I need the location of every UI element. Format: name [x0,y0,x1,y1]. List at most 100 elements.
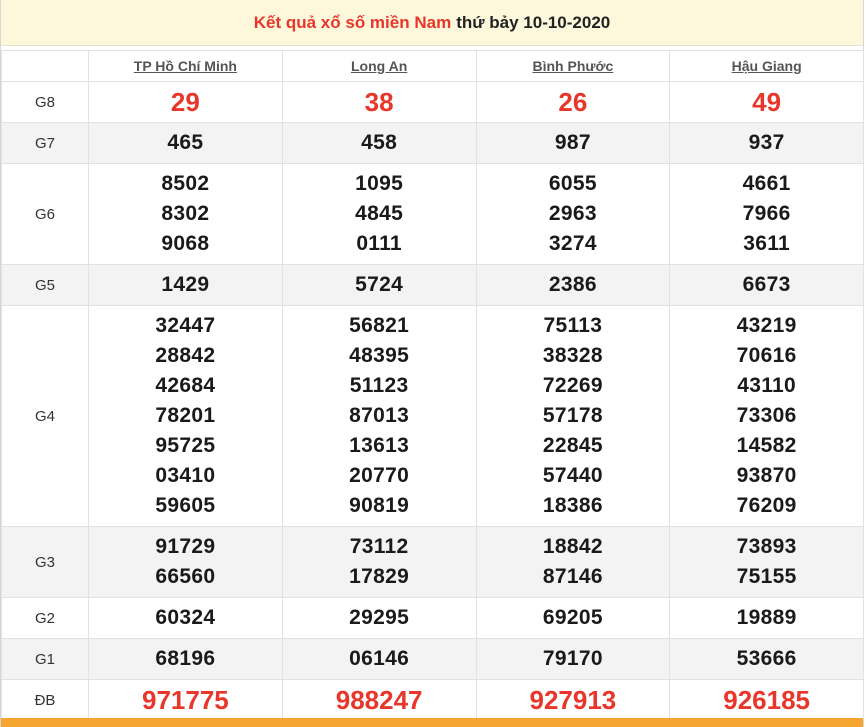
prize-cell: 6055 2963 3274 [475,163,671,265]
prize-cell: 53666 [669,638,864,680]
prize-row: G8 29 38 26 49 [1,81,864,123]
prize-number: 1095 [355,172,404,195]
prize-number: 458 [361,131,398,154]
prize-number: 465 [167,131,204,154]
prize-number: 87013 [349,404,410,427]
prize-number: 18386 [542,494,603,517]
prize-number: 73306 [736,404,797,427]
results-title: Kết quả xổ số miền Nam thứ bảy 10-10-202… [1,0,863,46]
prize-cell: 73893 75155 [669,526,864,598]
prize-cell: 971775 [88,679,283,721]
prize-cell: 458 [281,122,477,164]
prize-number: 48395 [349,344,410,367]
prize-cell: 937 [669,122,864,164]
prize-cell: 26 [475,81,671,123]
prize-number: 7966 [742,202,791,225]
prize-number: 73893 [736,535,797,558]
prize-cell: 79170 [475,638,671,680]
prize-label: ĐB [1,679,89,721]
prize-number: 18842 [542,535,603,558]
prize-cell: 6673 [669,264,864,306]
prize-number: 17829 [349,565,410,588]
prize-label: G6 [1,163,89,265]
prize-row: G5 1429 5724 2386 6673 [1,264,864,306]
prize-number: 76209 [736,494,797,517]
prize-number: 57440 [542,464,603,487]
prize-cell: 987 [475,122,671,164]
prize-number: 87146 [542,565,603,588]
title-main: Kết quả xổ số miền Nam [253,12,452,32]
province-link-tp-ho-chi-minh[interactable]: TP Hồ Chí Minh [134,58,237,74]
prize-row: G6 8502 8302 9068 1095 4845 0111 6055 2963 3274 46… [1,163,864,265]
prize-number: 9068 [161,232,210,255]
prize-number: 42684 [155,374,216,397]
prize-cell: 5724 [281,264,477,306]
corner-cell [1,50,89,82]
prize-row: G4 32447 28842 42684 78201 95725 03410 59605 568… [1,305,864,527]
prize-number: 93870 [736,464,797,487]
results-table: TP Hồ Chí Minh Long An Bình Phước Hậu Gi… [1,50,864,721]
prize-cell: 49 [669,81,864,123]
title-date: thứ bảy 10-10-2020 [456,12,611,32]
province-link-long-an[interactable]: Long An [351,58,407,74]
province-header: Bình Phước [475,50,671,82]
prize-number: 13613 [349,434,410,457]
prize-cell: 56821 48395 51123 87013 13613 20770 90819 [281,305,477,527]
prize-number: 6055 [548,172,597,195]
prize-label: G3 [1,526,89,598]
prize-row: G7 465 458 987 937 [1,122,864,164]
province-header: TP Hồ Chí Minh [88,50,283,82]
prize-row: ĐB 971775 988247 927913 926185 [1,679,864,721]
prize-number: 971775 [141,685,229,715]
prize-label: G5 [1,264,89,306]
prize-number: 60324 [155,606,216,629]
prize-number: 1429 [161,273,210,296]
prize-cell: 29 [88,81,283,123]
prize-number: 57178 [542,404,603,427]
prize-number: 8302 [161,202,210,225]
prize-number: 91729 [155,535,216,558]
prize-cell: 43219 70616 43110 73306 14582 93870 76209 [669,305,864,527]
prize-number: 32447 [155,314,216,337]
prize-cell: 69205 [475,597,671,639]
prize-number: 5724 [355,273,404,296]
prize-label: G4 [1,305,89,527]
prize-number: 2386 [548,273,597,296]
prize-row: G3 91729 66560 73112 17829 18842 87146 73893 751… [1,526,864,598]
results-body: G8 29 38 26 49 G7 465 458 987 937 G6 8502 8302 9068 10… [1,81,864,721]
prize-number: 3611 [743,232,790,255]
prize-number: 90819 [349,494,410,517]
prize-number: 49 [752,87,782,117]
prize-number: 95725 [155,434,216,457]
province-link-hau-giang[interactable]: Hậu Giang [732,58,802,74]
prize-number: 6673 [742,273,791,296]
prize-row: G2 60324 29295 69205 19889 [1,597,864,639]
prize-number: 29295 [349,606,410,629]
prize-number: 22845 [542,434,603,457]
prize-cell: 19889 [669,597,864,639]
prize-cell: 68196 [88,638,283,680]
prize-cell: 926185 [669,679,864,721]
prize-number: 06146 [349,647,410,670]
prize-label: G1 [1,638,89,680]
prize-cell: 60324 [88,597,283,639]
prize-cell: 1429 [88,264,283,306]
prize-cell: 73112 17829 [281,526,477,598]
province-header: Hậu Giang [669,50,864,82]
prize-cell: 38 [281,81,477,123]
prize-number: 43110 [737,374,796,397]
prize-number: 75113 [543,314,603,337]
prize-cell: 91729 66560 [88,526,283,598]
prize-cell: 988247 [281,679,477,721]
prize-number: 73112 [349,535,409,558]
prize-cell: 8502 8302 9068 [88,163,283,265]
prize-number: 2963 [548,202,597,225]
province-link-binh-phuoc[interactable]: Bình Phước [532,58,613,74]
prize-cell: 927913 [475,679,671,721]
prize-number: 72269 [542,374,603,397]
prize-cell: 75113 38328 72269 57178 22845 57440 18386 [475,305,671,527]
prize-number: 4661 [742,172,791,195]
prize-cell: 465 [88,122,283,164]
prize-number: 3274 [548,232,597,255]
prize-number: 70616 [736,344,797,367]
